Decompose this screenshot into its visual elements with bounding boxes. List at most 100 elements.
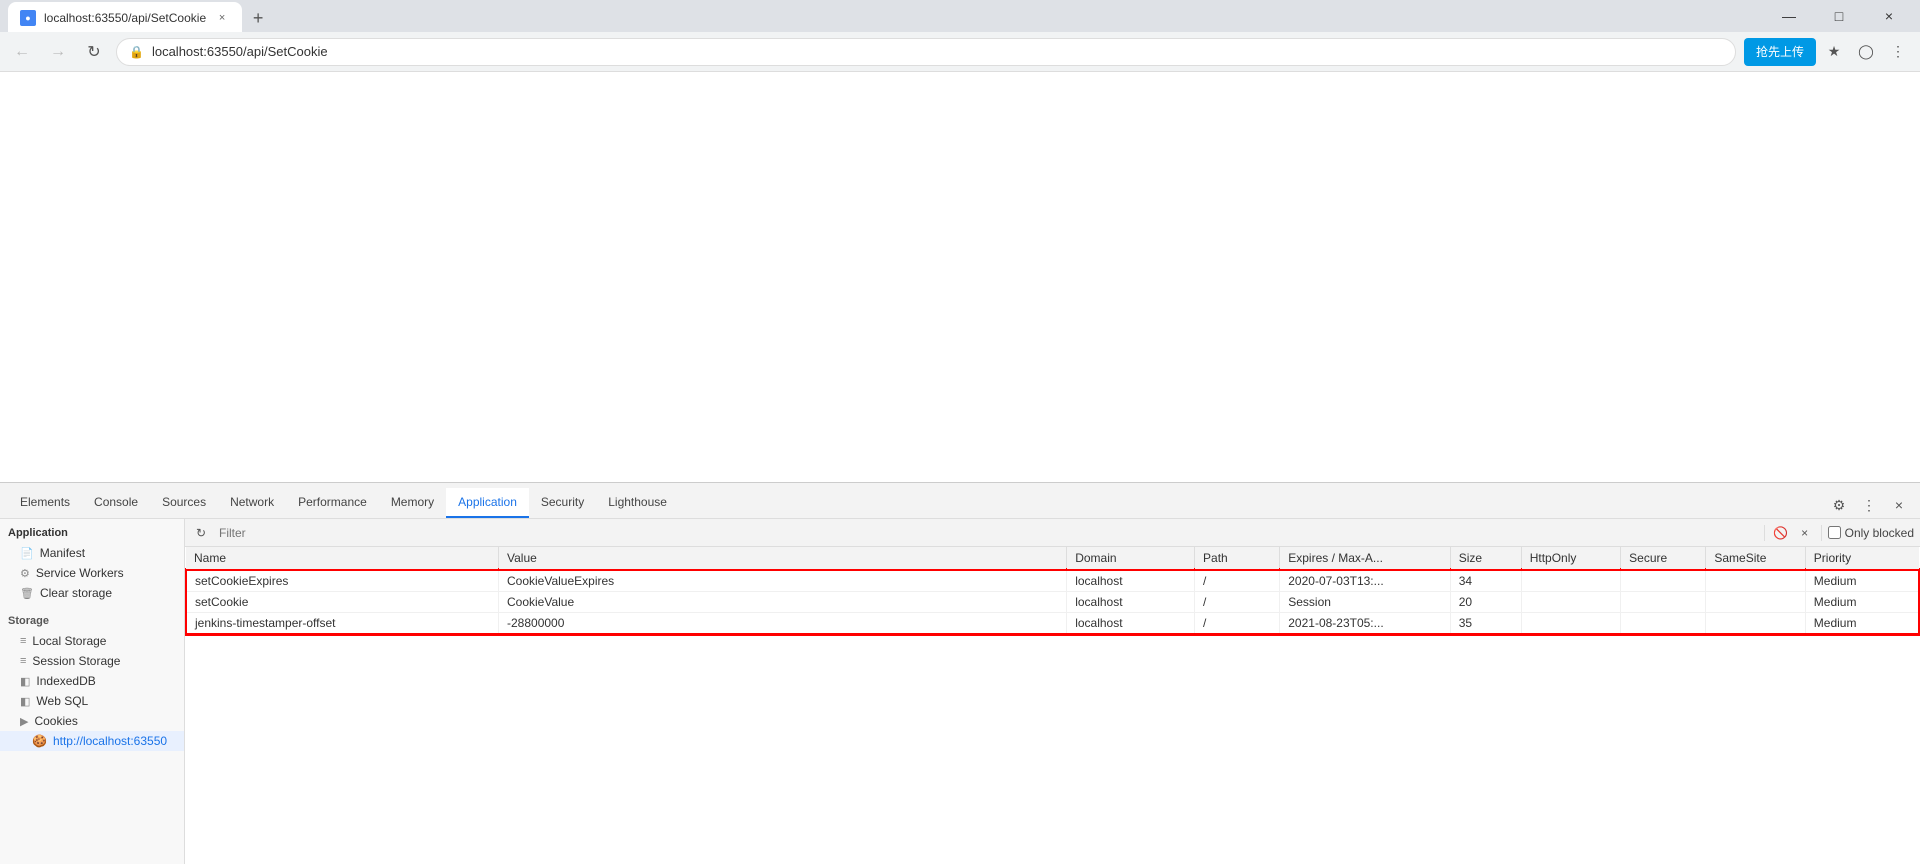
browser-window: ● localhost:63550/api/SetCookie × + — □ … [0, 0, 1920, 864]
local-storage-icon: ≡ [20, 635, 26, 647]
maximize-btn[interactable]: □ [1816, 0, 1862, 32]
cookie-table-body: setCookieExpiresCookieValueExpireslocalh… [186, 570, 1919, 634]
sidebar-item-local-storage[interactable]: ≡ Local Storage [0, 631, 184, 651]
tab-elements[interactable]: Elements [8, 488, 82, 518]
cell-name: setCookie [186, 592, 499, 613]
only-blocked-text: Only blocked [1845, 526, 1914, 540]
cell-expires: 2021-08-23T05:... [1280, 613, 1450, 635]
devtools-panel: Elements Console Sources Network Perform… [0, 482, 1920, 864]
tab-bar: ● localhost:63550/api/SetCookie × + [8, 0, 1766, 34]
only-blocked-label: Only blocked [1828, 526, 1914, 540]
clear-storage-icon: 🗑 [20, 587, 34, 600]
sidebar-item-session-storage[interactable]: ≡ Session Storage [0, 651, 184, 671]
browser-tab[interactable]: ● localhost:63550/api/SetCookie × [8, 2, 242, 34]
col-path[interactable]: Path [1195, 547, 1280, 570]
devtools-more-icon[interactable]: ⋮ [1856, 492, 1882, 518]
new-tab-btn[interactable]: + [242, 2, 274, 34]
tab-console[interactable]: Console [82, 488, 150, 518]
cookies-icon: ▶ [20, 715, 28, 728]
clear-cookies-btn[interactable]: 🚫 [1771, 523, 1791, 543]
minimize-btn[interactable]: — [1766, 0, 1812, 32]
sidebar-item-indexeddb[interactable]: ◧ IndexedDB [0, 671, 184, 691]
refresh-btn[interactable]: ↻ [80, 38, 108, 66]
col-name[interactable]: Name [186, 547, 499, 570]
cookie-table-wrap: Name Value Domain Path Expires / Max-A..… [185, 547, 1920, 864]
tab-memory[interactable]: Memory [379, 488, 446, 518]
delete-cookie-btn[interactable]: × [1795, 523, 1815, 543]
cell-samesite [1706, 592, 1805, 613]
cell-httponly [1521, 613, 1620, 635]
cell-httponly [1521, 570, 1620, 592]
toolbar-divider [1764, 525, 1765, 541]
sidebar-item-web-sql[interactable]: ◧ Web SQL [0, 691, 184, 711]
cell-path: / [1195, 570, 1280, 592]
cookies-label: Cookies [34, 714, 77, 728]
service-workers-icon: ⚙ [20, 567, 30, 580]
window-controls: — □ × [1766, 0, 1912, 32]
col-expires[interactable]: Expires / Max-A... [1280, 547, 1450, 570]
cookies-localhost-label: http://localhost:63550 [53, 734, 167, 748]
cell-domain: localhost [1067, 592, 1195, 613]
address-bar[interactable]: 🔒 localhost:63550/api/SetCookie [116, 38, 1736, 66]
col-priority[interactable]: Priority [1805, 547, 1919, 570]
sidebar-item-manifest[interactable]: 📄 Manifest [0, 543, 184, 563]
bookmark-icon[interactable]: ★ [1820, 38, 1848, 66]
table-row[interactable]: setCookieExpiresCookieValueExpireslocalh… [186, 570, 1919, 592]
filter-input[interactable] [215, 523, 1758, 543]
cell-size: 35 [1450, 613, 1521, 635]
cell-priority: Medium [1805, 592, 1919, 613]
forward-btn[interactable]: → [44, 38, 72, 66]
tab-title: localhost:63550/api/SetCookie [44, 11, 206, 25]
cell-value: CookieValue [499, 592, 1067, 613]
cell-httponly [1521, 592, 1620, 613]
sidebar-item-cookies-localhost[interactable]: 🍪 http://localhost:63550 [0, 731, 184, 751]
cell-priority: Medium [1805, 570, 1919, 592]
application-label: Application [8, 527, 68, 539]
col-domain[interactable]: Domain [1067, 547, 1195, 570]
tab-lighthouse[interactable]: Lighthouse [596, 488, 679, 518]
cell-expires: 2020-07-03T13:... [1280, 570, 1450, 592]
tab-performance[interactable]: Performance [286, 488, 379, 518]
table-row[interactable]: jenkins-timestamper-offset-28800000local… [186, 613, 1919, 635]
tab-security[interactable]: Security [529, 488, 596, 518]
manifest-icon: 📄 [20, 547, 34, 560]
table-row[interactable]: setCookieCookieValuelocalhost/Session20M… [186, 592, 1919, 613]
col-samesite[interactable]: SameSite [1706, 547, 1805, 570]
cookie-table-head: Name Value Domain Path Expires / Max-A..… [186, 547, 1919, 570]
devtools-close-icon[interactable]: × [1886, 492, 1912, 518]
menu-icon[interactable]: ⋮ [1884, 38, 1912, 66]
storage-label: Storage [8, 615, 49, 627]
devtools-tabbar: Elements Console Sources Network Perform… [0, 483, 1920, 519]
cell-samesite [1706, 570, 1805, 592]
cell-secure [1621, 592, 1706, 613]
tab-close-btn[interactable]: × [214, 10, 230, 26]
content-area: Elements Console Sources Network Perform… [0, 72, 1920, 864]
close-btn[interactable]: × [1866, 0, 1912, 32]
sidebar-storage-title[interactable]: Storage [0, 611, 184, 631]
sidebar-application-title[interactable]: Application [0, 523, 184, 543]
refresh-cookies-btn[interactable]: ↻ [191, 523, 211, 543]
cell-samesite [1706, 613, 1805, 635]
tab-application[interactable]: Application [446, 488, 529, 518]
indexeddb-label: IndexedDB [36, 674, 95, 688]
col-httponly[interactable]: HttpOnly [1521, 547, 1620, 570]
tab-network[interactable]: Network [218, 488, 286, 518]
sidebar-item-clear-storage[interactable]: 🗑 Clear storage [0, 583, 184, 603]
col-secure[interactable]: Secure [1621, 547, 1706, 570]
devtools-tab-icons: ⚙ ⋮ × [1826, 492, 1912, 518]
address-text: localhost:63550/api/SetCookie [152, 44, 328, 59]
profile-icon[interactable]: ◯ [1852, 38, 1880, 66]
sidebar-item-cookies[interactable]: ▶ Cookies [0, 711, 184, 731]
back-btn[interactable]: ← [8, 38, 36, 66]
session-storage-icon: ≡ [20, 655, 26, 667]
sidebar-item-service-workers[interactable]: ⚙ Service Workers [0, 563, 184, 583]
devtools-settings-icon[interactable]: ⚙ [1826, 492, 1852, 518]
cell-value: CookieValueExpires [499, 570, 1067, 592]
col-value[interactable]: Value [499, 547, 1067, 570]
cell-path: / [1195, 613, 1280, 635]
col-size[interactable]: Size [1450, 547, 1521, 570]
extension-btn[interactable]: 抢先上传 [1744, 38, 1816, 66]
only-blocked-checkbox[interactable] [1828, 526, 1841, 539]
tab-sources[interactable]: Sources [150, 488, 218, 518]
web-sql-icon: ◧ [20, 695, 30, 708]
